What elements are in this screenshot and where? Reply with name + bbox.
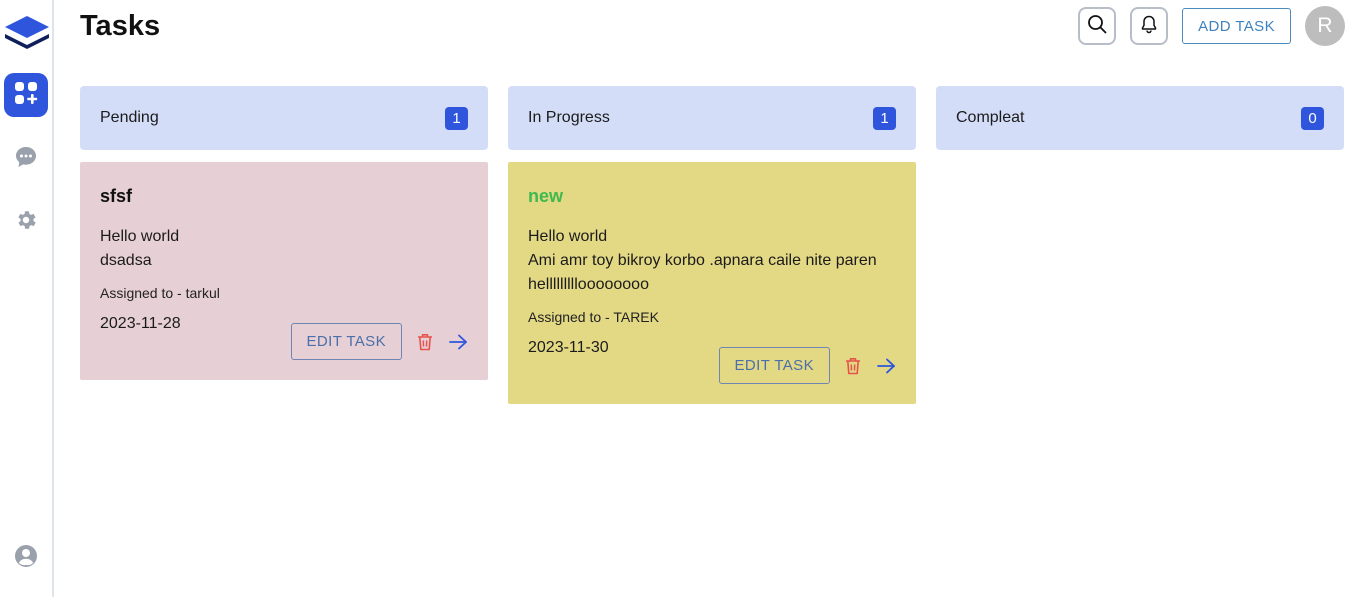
sidebar-item-messages[interactable] <box>4 137 48 181</box>
task-board: Pending 1 sfsf Hello world dsadsa Assigned to… <box>80 86 1344 404</box>
sidebar-item-profile[interactable] <box>4 536 48 580</box>
dashboard-add-icon <box>14 81 38 110</box>
bell-icon <box>1139 14 1159 39</box>
top-toolbar: ADD TASK R <box>1078 6 1345 46</box>
user-circle-icon <box>14 544 38 573</box>
search-icon <box>1087 14 1107 39</box>
task-card-footer: 2023-11-28 EDIT TASK <box>100 315 468 360</box>
task-card-footer: 2023-11-30 EDIT TASK <box>528 339 896 384</box>
task-description-line: dsadsa <box>100 252 152 269</box>
sidebar-item-settings[interactable] <box>4 200 48 244</box>
task-description-line: Hello world <box>100 228 180 245</box>
task-description-line: hellllllllloooooooo <box>528 276 649 293</box>
trash-icon[interactable] <box>844 356 862 376</box>
edit-task-button[interactable]: EDIT TASK <box>718 347 830 384</box>
task-description: Hello world Ami amr toy bikroy korbo .apn… <box>528 225 896 297</box>
task-description-line: Ami amr toy bikroy korbo .apnara caile n… <box>528 252 877 269</box>
task-actions: EDIT TASK <box>718 347 896 384</box>
add-task-button[interactable]: ADD TASK <box>1182 8 1291 44</box>
column-compleat: Compleat 0 <box>936 86 1344 404</box>
task-title: sfsf <box>100 186 133 206</box>
search-button[interactable] <box>1078 7 1117 45</box>
column-in-progress: In Progress 1 new Hello world Ami amr toy bi… <box>508 86 916 404</box>
task-due-date: 2023-11-30 <box>528 339 609 356</box>
page-title: Tasks <box>80 10 161 42</box>
task-due-date: 2023-11-28 <box>100 315 181 332</box>
sidebar-item-dashboard[interactable] <box>4 73 48 117</box>
avatar[interactable]: R <box>1305 6 1345 46</box>
task-card[interactable]: new Hello world Ami amr toy bikroy korbo .… <box>508 162 916 404</box>
column-count-badge: 1 <box>873 106 896 130</box>
task-description-line: Hello world <box>528 228 608 245</box>
task-description: Hello world dsadsa <box>100 225 468 273</box>
column-pending: Pending 1 sfsf Hello world dsadsa Assigned to… <box>80 86 488 404</box>
task-actions: EDIT TASK <box>290 323 468 360</box>
task-assignee: Assigned to - TAREK <box>528 309 659 325</box>
task-title: new <box>528 186 564 206</box>
column-header: Pending 1 <box>80 86 488 150</box>
notifications-button[interactable] <box>1130 7 1169 45</box>
sidebar <box>0 0 54 597</box>
trash-icon[interactable] <box>416 332 434 352</box>
column-count-badge: 0 <box>1301 106 1324 130</box>
gear-icon <box>14 208 38 237</box>
chat-bubble-icon <box>14 145 38 174</box>
arrow-right-icon[interactable] <box>448 334 468 350</box>
edit-task-button[interactable]: EDIT TASK <box>290 323 402 360</box>
layers-logo-icon[interactable] <box>3 12 51 52</box>
arrow-right-icon[interactable] <box>876 358 896 374</box>
column-header: Compleat 0 <box>936 86 1344 150</box>
task-assignee: Assigned to - tarkul <box>100 285 220 301</box>
task-card[interactable]: sfsf Hello world dsadsa Assigned to - tarku… <box>80 162 488 380</box>
column-title: Compleat <box>956 109 1025 126</box>
column-header: In Progress 1 <box>508 86 916 150</box>
column-title: In Progress <box>528 109 610 126</box>
column-count-badge: 1 <box>445 106 468 130</box>
column-title: Pending <box>100 109 159 126</box>
